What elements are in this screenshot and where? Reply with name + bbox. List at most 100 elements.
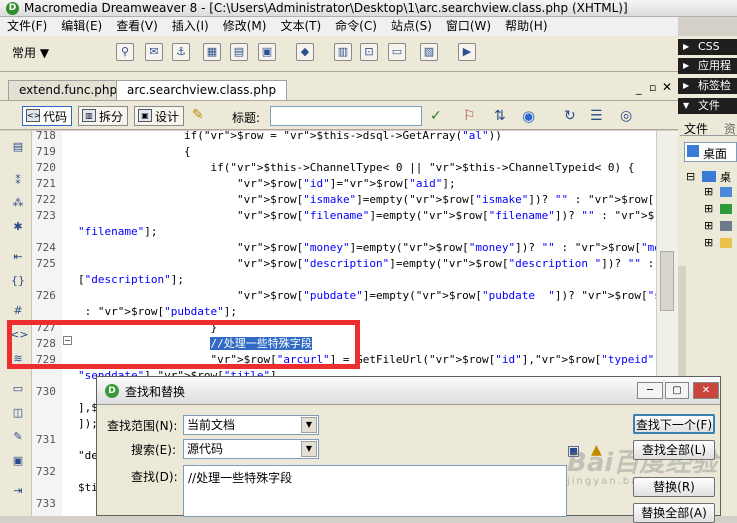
preview-browser-icon[interactable]: ◉ [522,107,535,125]
tree-expand-icon[interactable]: ⊞ [704,219,713,232]
live-data-icon[interactable]: ✎ [192,107,212,127]
hyperlink-icon[interactable]: ⚲ [116,43,134,61]
tab-extend-func[interactable]: extend.func.php [8,80,129,100]
scope-dropdown[interactable]: 当前文档 ▼ [183,415,319,435]
code-line[interactable]: "filename"]; [78,224,157,240]
balance-braces-icon[interactable]: {} [10,273,26,289]
dialog-title: 查找和替换 [125,385,186,399]
expand-all-icon[interactable]: ✱ [10,219,26,235]
server-side-include-icon[interactable]: ⊡ [360,43,378,61]
tree-expand-icon[interactable]: ⊞ [704,185,713,198]
templates-icon[interactable]: ▧ [420,43,438,61]
code-line[interactable]: if("vr">$this->ChannelType< 0 || "vr">$t… [78,160,634,176]
design-view-button[interactable]: ▣ 设计 [134,106,185,126]
recent-snippets-icon[interactable]: ▣ [10,453,26,469]
layer-icon[interactable]: ▤ [230,43,248,61]
code-line[interactable]: "vr">$row["pubdate"]=empty("vr">$row["pu… [78,288,678,304]
find-next-button[interactable]: 查找下一个(F) [633,414,715,434]
refresh-icon[interactable]: ↻ [564,108,576,124]
panel-tag-inspector[interactable]: 标签检 [678,78,737,94]
line-numbers-icon[interactable]: # [10,303,26,319]
replace-all-button[interactable]: 替换全部(A) [633,503,715,523]
split-view-button[interactable]: ▥ 拆分 [78,106,129,126]
location-dropdown[interactable]: 桌面 [684,142,737,162]
menu-insert[interactable]: 插入(I) [165,17,216,35]
tab-assets[interactable]: 资 [724,120,736,137]
image-icon[interactable]: ▣ [258,43,276,61]
select-parent-tag-icon[interactable]: ⇤ [10,249,26,265]
panel-application[interactable]: 应用程 [678,58,737,74]
menu-window[interactable]: 窗口(W) [439,17,498,35]
restore-doc-icon[interactable]: ▫ [649,81,656,94]
tab-arc-searchview[interactable]: arc.searchview.class.php [116,80,288,100]
code-view-button[interactable]: <> 代码 [22,106,73,126]
wrap-tag-icon[interactable]: ✎ [10,429,26,445]
line-number: 723 [36,209,56,222]
comment-icon[interactable]: ▭ [388,43,406,61]
validate-icon[interactable]: ⚐ [463,108,476,124]
find-textarea[interactable]: //处理一些特殊字段 [183,465,567,517]
apply-comment-icon[interactable]: ▭ [10,381,26,397]
code-line[interactable]: ["description"]; [78,272,184,288]
date-icon[interactable]: ▥ [334,43,352,61]
menu-text[interactable]: 文本(T) [273,17,328,35]
code-line[interactable]: "vr">$row["money"]=empty("vr">$row["mone… [78,240,678,256]
design-view-label: 设计 [155,110,180,124]
close-icon[interactable]: ✕ [693,382,719,399]
split-view-icon: ▥ [82,109,96,122]
close-doc-icon[interactable]: ✕ [662,80,672,94]
search-type-dropdown[interactable]: 源代码 ▼ [183,439,319,459]
open-documents-icon[interactable]: ▤ [10,139,26,155]
scrollbar-thumb[interactable] [660,251,674,311]
insert-toolbar: 常用 ▼ ⚲ ✉ ⚓ ▦ ▤ ▣ ◆ ▥ ⊡ ▭ ▧ ▶ [0,36,678,72]
code-line[interactable]: "vr">$row["filename"]=empty("vr">$row["f… [78,208,678,224]
code-line[interactable]: if("vr">$row = "vr">$this->dsql->GetArra… [78,131,502,144]
find-all-button[interactable]: 查找全部(L) [633,440,715,460]
view-options-icon[interactable]: ☰ [590,108,603,124]
code-line[interactable]: "vr">$row["description"]=empty("vr">$row… [78,256,678,272]
line-number: 722 [36,193,56,206]
menu-site[interactable]: 站点(S) [384,17,439,35]
collapse-tag-icon[interactable]: ⁑ [10,173,26,189]
menu-commands[interactable]: 命令(C) [328,17,384,35]
code-line[interactable]: ],$ [78,400,98,416]
file-management-icon[interactable]: ⇅ [494,108,506,124]
table-icon[interactable]: ▦ [203,43,221,61]
check-browser-icon[interactable]: ✓ [430,108,442,124]
code-line[interactable]: "vr">$row["id"]="vr">$row["aid"]; [78,176,456,192]
remove-comment-icon[interactable]: ◫ [10,405,26,421]
code-line[interactable]: { [78,144,191,160]
tree-expand-icon[interactable]: ⊟ [686,170,695,183]
code-line[interactable]: "vr">$row["ismake"]=empty("vr">$row["ism… [78,192,678,208]
chevron-down-icon: ▼ [301,441,317,457]
tree-expand-icon[interactable]: ⊞ [704,202,713,215]
email-link-icon[interactable]: ✉ [145,43,163,61]
menu-help[interactable]: 帮助(H) [498,17,554,35]
line-number: 720 [36,161,56,174]
indent-code-icon[interactable]: ⇥ [10,483,26,499]
minimize-icon[interactable]: ─ [637,382,663,399]
visual-aids-icon[interactable]: ◎ [620,108,632,124]
replace-button[interactable]: 替换(R) [633,477,715,497]
tag-chooser-icon[interactable]: ▶ [458,43,476,61]
title-input[interactable] [270,106,422,126]
menu-edit[interactable]: 编辑(E) [54,17,109,35]
minimize-doc-icon[interactable]: _ [636,82,642,95]
dialog-title-bar[interactable]: D 查找和替换 ─ ▢ ✕ [97,377,720,405]
tab-files[interactable]: 文件 [684,120,708,137]
code-line[interactable]: ]); [78,416,98,432]
code-line[interactable]: "de [78,448,98,464]
insert-category-dropdown[interactable]: 常用 ▼ [12,44,49,61]
tree-expand-icon[interactable]: ⊞ [704,236,713,249]
collapse-selection-icon[interactable]: ⁂ [10,195,26,211]
panel-files[interactable]: 文件 [678,98,737,114]
menu-file[interactable]: 文件(F) [0,17,54,35]
menu-modify[interactable]: 修改(M) [216,17,274,35]
media-icon[interactable]: ◆ [296,43,314,61]
panel-css[interactable]: CSS [678,39,737,55]
code-line[interactable]: $ti [78,480,98,496]
named-anchor-icon[interactable]: ⚓ [172,43,190,61]
maximize-icon[interactable]: ▢ [665,382,689,399]
code-line[interactable]: : "vr">$row["pubdate"]; [78,304,237,320]
menu-view[interactable]: 查看(V) [109,17,165,35]
